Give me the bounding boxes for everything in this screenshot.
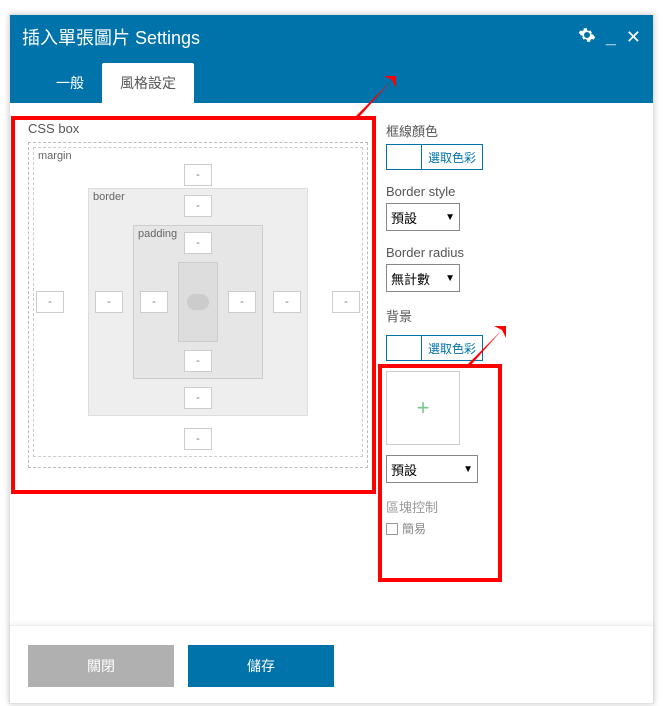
chevron-down-icon: ▼ [445, 273, 455, 284]
background-label: 背景 [386, 306, 635, 325]
css-box-wrap: margin border [28, 142, 368, 468]
close-button[interactable]: 關閉 [28, 645, 174, 687]
margin-layer: margin border [33, 147, 363, 457]
padding-label: padding [138, 228, 177, 240]
area-control-group: 區塊控制 簡易 [386, 497, 635, 537]
border-color-swatch[interactable] [386, 144, 422, 170]
border-style-label: Border style [386, 184, 635, 199]
border-label: border [93, 191, 125, 203]
border-style-group: Border style 預設 ▼ [386, 184, 635, 231]
chevron-down-icon: ▼ [463, 464, 473, 475]
margin-left-input[interactable] [36, 291, 64, 313]
border-right-input[interactable] [273, 291, 301, 313]
border-color-pick-button[interactable]: 選取色彩 [422, 144, 483, 170]
background-add-button[interactable]: + [386, 371, 460, 445]
margin-right-input[interactable] [332, 291, 360, 313]
background-color-swatch[interactable] [386, 335, 422, 361]
border-radius-select[interactable]: 無計數 ▼ [386, 264, 460, 292]
css-box-panel: CSS box margin border [28, 121, 368, 607]
right-panel: 框線顏色 選取色彩 Border style 預設 ▼ Border radiu… [386, 121, 635, 607]
border-radius-group: Border radius 無計數 ▼ [386, 245, 635, 292]
save-button[interactable]: 儲存 [188, 645, 334, 687]
padding-left-input[interactable] [140, 291, 168, 313]
border-radius-value: 無計數 [391, 269, 430, 288]
margin-label: margin [38, 150, 72, 162]
plus-icon: + [417, 395, 430, 421]
margin-bottom-input[interactable] [184, 428, 212, 450]
tab-general[interactable]: 一般 [38, 63, 102, 103]
tab-bar: 一般 風格設定 [10, 59, 653, 103]
area-control-label: 區塊控制 [386, 497, 635, 516]
padding-top-input[interactable] [184, 232, 212, 254]
padding-right-input[interactable] [228, 291, 256, 313]
modal-footer: 關閉 儲存 [10, 625, 653, 705]
background-color-pick-button[interactable]: 選取色彩 [422, 335, 483, 361]
border-left-input[interactable] [95, 291, 123, 313]
border-bottom-input[interactable] [184, 387, 212, 409]
border-radius-label: Border radius [386, 245, 635, 260]
settings-modal: 插入單張圖片 Settings _ ✕ 一般 風格設定 CSS box marg… [9, 14, 654, 704]
close-icon[interactable]: ✕ [626, 27, 641, 48]
simple-checkbox-label: 簡易 [402, 520, 426, 537]
modal-header: 插入單張圖片 Settings _ ✕ [10, 15, 653, 59]
chevron-down-icon: ▼ [445, 212, 455, 223]
css-box-title: CSS box [28, 121, 368, 136]
header-actions: _ ✕ [578, 26, 641, 49]
simple-checkbox[interactable] [386, 523, 398, 535]
border-style-value: 預設 [391, 208, 417, 227]
modal-title: 插入單張圖片 Settings [22, 24, 200, 50]
background-select[interactable]: 預設 ▼ [386, 455, 478, 483]
minimize-icon[interactable]: _ [606, 27, 616, 48]
content-layer [178, 262, 218, 342]
background-select-value: 預設 [391, 460, 417, 479]
background-group: 背景 選取色彩 + 預設 ▼ [386, 306, 635, 483]
border-top-input[interactable] [184, 195, 212, 217]
padding-bottom-input[interactable] [184, 350, 212, 372]
tab-style[interactable]: 風格設定 [102, 63, 194, 103]
gear-icon[interactable] [578, 26, 596, 49]
modal-body[interactable]: CSS box margin border [10, 103, 653, 625]
border-color-label: 框線顏色 [386, 121, 635, 140]
border-layer: border padding [88, 188, 308, 416]
border-style-select[interactable]: 預設 ▼ [386, 203, 460, 231]
margin-top-input[interactable] [184, 164, 212, 186]
padding-layer: padding [133, 225, 263, 379]
border-color-group: 框線顏色 選取色彩 [386, 121, 635, 170]
